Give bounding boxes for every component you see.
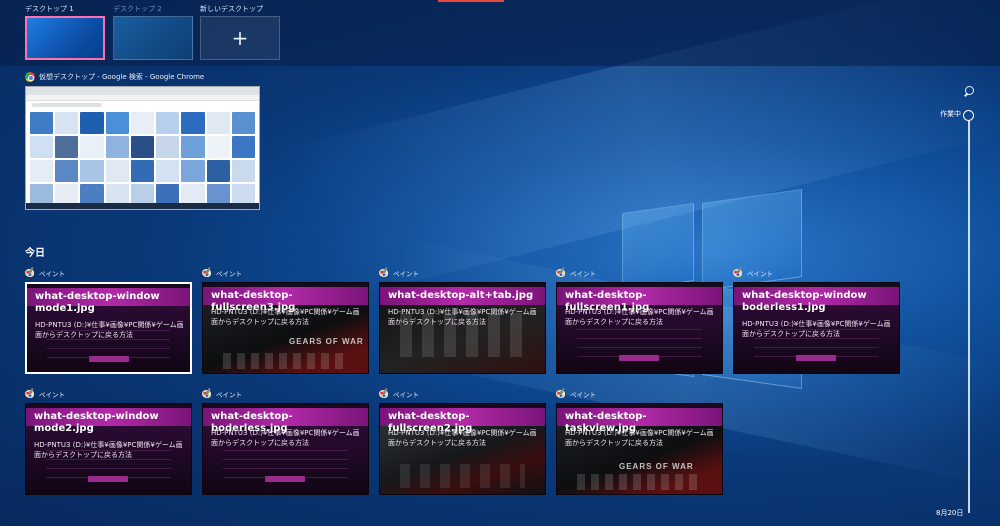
chrome-icon [25, 72, 35, 82]
card-thumbnail[interactable]: what-desktop-window mode1.jpg HD-PNTU3 (… [25, 282, 192, 374]
card-app-name: ペイント [393, 390, 419, 399]
card-app-header: ペイント [556, 266, 723, 279]
browser-tab-strip [26, 87, 259, 95]
timeline-card[interactable]: ペイント what-desktop-window mode1.jpg HD-PN… [25, 266, 192, 374]
timeline-card[interactable]: ペイント GEARS OF WAR what-desktop-taskview.… [556, 387, 723, 495]
timeline-date-label: 8月20日 [936, 509, 964, 517]
new-desktop[interactable]: 新しいデスクトップ + [200, 4, 280, 60]
paint-icon [202, 389, 212, 399]
timeline-now-label: 作業中 [940, 110, 961, 118]
paint-icon [25, 268, 35, 278]
desktop-thumbnail[interactable] [113, 16, 193, 60]
card-app-name: ペイント [570, 269, 596, 278]
card-app-name: ペイント [39, 390, 65, 399]
game-logo-overlay: GEARS OF WAR [619, 462, 694, 471]
paint-icon [556, 389, 566, 399]
window-title-bar: 仮想デスクトップ - Google 検索 - Google Chrome [25, 70, 260, 84]
card-thumbnail[interactable]: what-desktop-boderless.jpg HD-PNTU3 (D:)… [202, 403, 369, 495]
top-accent-bar [438, 0, 504, 2]
card-path: HD-PNTU3 (D:)¥仕事¥画像¥PC関係¥ゲーム画面からデスクトップに戻… [565, 429, 714, 447]
card-app-name: ペイント [39, 269, 65, 278]
window-thumbnail[interactable] [25, 86, 260, 210]
timeline-card[interactable]: ペイント what-desktop-alt+tab.jpg HD-PNTU3 (… [379, 266, 546, 374]
card-path: HD-PNTU3 (D:)¥仕事¥画像¥PC関係¥ゲーム画面からデスクトップに戻… [211, 308, 360, 326]
timeline-card[interactable]: ペイント what-desktop-fullscreen2.jpg HD-PNT… [379, 387, 546, 495]
new-desktop-button[interactable]: + [200, 16, 280, 60]
timeline-scrollbar[interactable] [968, 121, 970, 513]
timeline-card[interactable]: ペイント what-desktop-boderless.jpg HD-PNTU3… [202, 387, 369, 495]
search-icon[interactable] [963, 86, 975, 98]
card-thumbnail[interactable]: GEARS OF WAR what-desktop-fullscreen3.jp… [202, 282, 369, 374]
plus-icon: + [231, 26, 249, 50]
card-app-name: ペイント [747, 269, 773, 278]
paint-icon [202, 268, 212, 278]
timeline-section-today: 今日 [25, 248, 45, 259]
card-app-header: ペイント [379, 266, 546, 279]
desktop-1[interactable]: デスクトップ 1 [25, 4, 105, 60]
card-app-name: ペイント [216, 269, 242, 278]
card-title: what-desktop-alt+tab.jpg [388, 290, 534, 301]
card-path: HD-PNTU3 (D:)¥仕事¥画像¥PC関係¥ゲーム画面からデスクトップに戻… [742, 320, 891, 338]
card-path: HD-PNTU3 (D:)¥仕事¥画像¥PC関係¥ゲーム画面からデスクトップに戻… [211, 429, 360, 447]
card-path: HD-PNTU3 (D:)¥仕事¥画像¥PC関係¥ゲーム画面からデスクトップに戻… [34, 441, 183, 459]
card-thumbnail[interactable]: what-desktop-fullscreen1.jpg HD-PNTU3 (D… [556, 282, 723, 374]
timeline-scrubber-knob[interactable] [963, 110, 974, 121]
card-title: what-desktop-window mode2.jpg [34, 411, 159, 434]
card-thumbnail[interactable]: what-desktop-window mode2.jpg HD-PNTU3 (… [25, 403, 192, 495]
card-path: HD-PNTU3 (D:)¥仕事¥画像¥PC関係¥ゲーム画面からデスクトップに戻… [388, 308, 537, 326]
card-app-header: ペイント [25, 266, 192, 279]
paint-icon [379, 389, 389, 399]
desktop-label: デスクトップ 2 [113, 5, 162, 13]
desktop-label: 新しいデスクトップ [200, 5, 263, 13]
card-thumbnail[interactable]: what-desktop-fullscreen2.jpg HD-PNTU3 (D… [379, 403, 546, 495]
card-app-name: ペイント [570, 390, 596, 399]
timeline-card[interactable]: ペイント GEARS OF WAR what-desktop-fullscree… [202, 266, 369, 374]
card-app-header: ペイント [25, 387, 192, 400]
game-logo-overlay: GEARS OF WAR [289, 337, 364, 346]
paint-icon [733, 268, 743, 278]
taskbar-preview [26, 203, 259, 209]
paint-icon [556, 268, 566, 278]
desktop-label: デスクトップ 1 [25, 5, 74, 13]
paint-icon [379, 268, 389, 278]
timeline-card[interactable]: ペイント what-desktop-window mode2.jpg HD-PN… [25, 387, 192, 495]
timeline-card[interactable]: ペイント what-desktop-fullscreen1.jpg HD-PNT… [556, 266, 723, 374]
card-path: HD-PNTU3 (D:)¥仕事¥画像¥PC関係¥ゲーム画面からデスクトップに戻… [565, 308, 714, 326]
card-thumbnail[interactable]: what-desktop-window boderless1.jpg HD-PN… [733, 282, 900, 374]
paint-icon [25, 389, 35, 399]
card-thumbnail[interactable]: GEARS OF WAR what-desktop-taskview.jpg H… [556, 403, 723, 495]
virtual-desktops-bar: デスクトップ 1 デスクトップ 2 新しいデスクトップ + [0, 0, 1000, 66]
card-app-header: ペイント [556, 387, 723, 400]
card-app-name: ペイント [393, 269, 419, 278]
timeline-card[interactable]: ペイント what-desktop-window boderless1.jpg … [733, 266, 900, 374]
image-results-grid [26, 109, 259, 209]
desktop-thumbnail[interactable] [25, 16, 105, 60]
card-app-header: ペイント [379, 387, 546, 400]
card-title: what-desktop-window boderless1.jpg [742, 290, 867, 313]
card-app-name: ペイント [216, 390, 242, 399]
window-title: 仮想デスクトップ - Google 検索 - Google Chrome [39, 73, 205, 81]
card-path: HD-PNTU3 (D:)¥仕事¥画像¥PC関係¥ゲーム画面からデスクトップに戻… [35, 321, 184, 339]
open-window-chrome[interactable]: 仮想デスクトップ - Google 検索 - Google Chrome [25, 70, 260, 210]
card-app-header: ペイント [202, 266, 369, 279]
card-path: HD-PNTU3 (D:)¥仕事¥画像¥PC関係¥ゲーム画面からデスクトップに戻… [388, 429, 537, 447]
card-thumbnail[interactable]: what-desktop-alt+tab.jpg HD-PNTU3 (D:)¥仕… [379, 282, 546, 374]
card-app-header: ペイント [733, 266, 900, 279]
desktop-2[interactable]: デスクトップ 2 [113, 4, 193, 60]
card-app-header: ペイント [202, 387, 369, 400]
card-title: what-desktop-window mode1.jpg [35, 291, 160, 314]
google-search-bar [26, 101, 259, 109]
